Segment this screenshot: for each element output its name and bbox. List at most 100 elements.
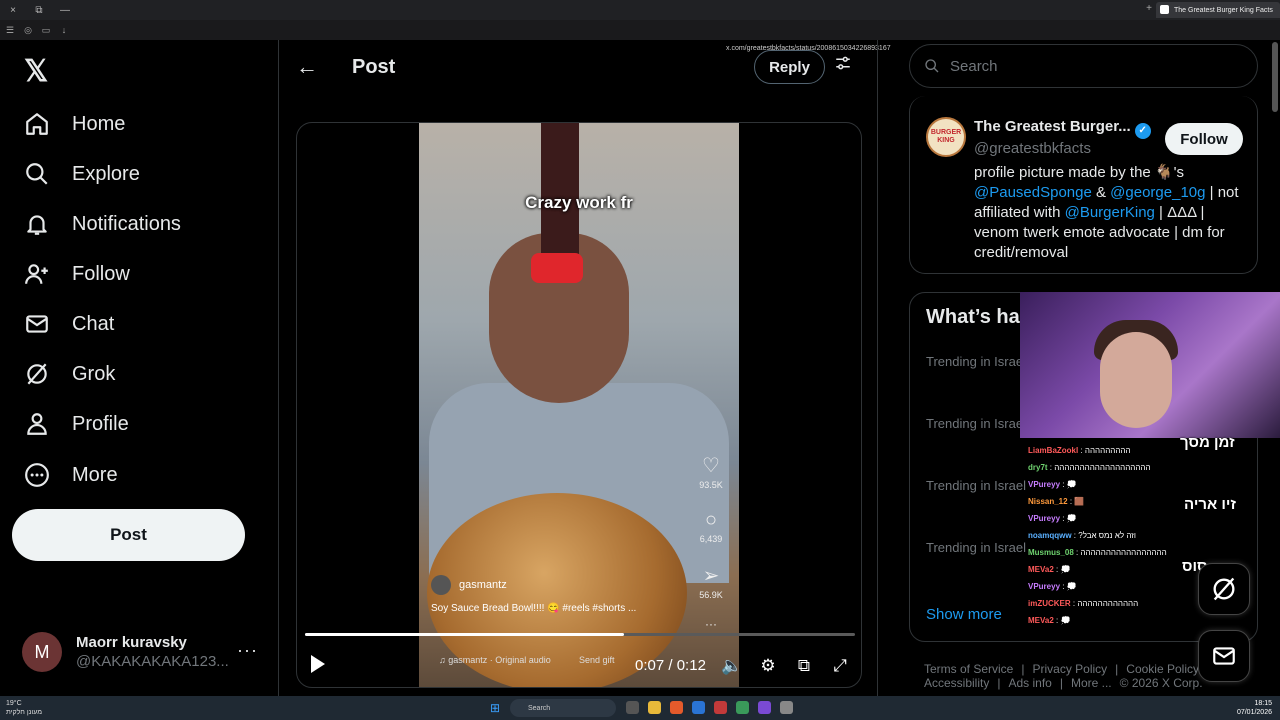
nav-item-grok[interactable]: Grok [22, 354, 115, 394]
clock-date: 07/01/2026 [1236, 709, 1272, 716]
settings-app-icon[interactable] [780, 701, 793, 714]
profile-handle: @greatestbkfacts [974, 140, 1091, 157]
trend-item[interactable]: Trending in Israel [926, 478, 1026, 493]
discord-icon[interactable] [758, 701, 771, 714]
play-icon[interactable] [311, 655, 325, 673]
footer-cookie[interactable]: Cookie Policy [1126, 662, 1199, 676]
weather-temp: 19°C [6, 700, 22, 707]
fullscreen-icon[interactable]: ⤢ [829, 655, 851, 677]
sidebar-menu-icon[interactable]: ☰ [2, 23, 18, 37]
profile-avatar[interactable]: BURGER KING [926, 117, 966, 157]
weather-widget[interactable]: 19°C מעונן חלקית [6, 699, 42, 717]
creator-name: gasmantz [459, 579, 507, 591]
nav-label-grok: Grok [72, 362, 116, 385]
grok-fab-icon[interactable] [1198, 563, 1250, 615]
bio-mention-george[interactable]: @george_10g [1110, 184, 1205, 201]
bio-mention-pausedsponge[interactable]: @PausedSponge [974, 184, 1092, 201]
file-explorer-icon[interactable] [648, 701, 661, 714]
picture-in-picture-icon[interactable]: ⧉ [793, 655, 815, 677]
video-like-stat[interactable]: ♡ 93.5K [691, 453, 731, 490]
chat-message: dry7t : ההההההההההההההההההה [1028, 463, 1151, 472]
back-arrow-icon[interactable]: ← [296, 54, 318, 80]
windows-start-icon[interactable]: ⊞ [490, 701, 503, 715]
trend-item[interactable]: Trending in Israel [926, 540, 1026, 555]
comment-icon: ○ [704, 509, 718, 531]
video-comment-stat[interactable]: ○ 6,439 [691, 509, 731, 544]
chat-username: LiamBaZookl [1028, 446, 1079, 455]
nav-item-explore[interactable]: Explore [22, 154, 140, 194]
app-icon[interactable] [736, 701, 749, 714]
left-sidebar: 𝕏 Home Explore Notifications Follow Chat [0, 40, 279, 696]
chat-username: VPureyy [1028, 514, 1061, 523]
app-icon[interactable] [714, 701, 727, 714]
video-controls: 0:07 / 0:12 🔈 ⚙ ⧉ ⤢ [297, 643, 861, 687]
trends-title: What’s ha [926, 306, 1020, 328]
messages-fab-icon[interactable] [1198, 630, 1250, 682]
nav-item-follow[interactable]: Follow [22, 254, 130, 294]
nav-item-chat[interactable]: Chat [22, 304, 114, 344]
trend-item[interactable]: Trending in Israe [926, 416, 1023, 431]
nav-item-home[interactable]: Home [22, 104, 125, 144]
footer-more[interactable]: More ... [1071, 676, 1112, 690]
minimize-window-icon[interactable]: — [52, 0, 78, 20]
search-input[interactable]: Search [909, 44, 1258, 88]
nav-item-more[interactable]: More [22, 455, 118, 495]
brave-browser-icon[interactable] [670, 701, 683, 714]
video-frame[interactable]: Crazy work fr ♡ 93.5K ○ 6,439 ➢ 56.9K ··… [419, 123, 739, 687]
account-switcher[interactable]: M Maorr kuravsky @KAKAKAKAKA123... ··· [22, 630, 268, 674]
webcam-person-face [1100, 332, 1172, 428]
clock-time: 18:15 [1254, 700, 1272, 707]
footer-accessibility[interactable]: Accessibility [924, 676, 989, 690]
taskbar-search[interactable]: Search [510, 699, 616, 717]
chat-text: : 💭 [1060, 582, 1077, 591]
video-progress-bar[interactable] [305, 633, 855, 636]
follow-button[interactable]: Follow [1165, 123, 1243, 155]
video-player[interactable]: Crazy work fr ♡ 93.5K ○ 6,439 ➢ 56.9K ··… [296, 122, 862, 688]
footer-ads[interactable]: Ads info [1008, 676, 1051, 690]
profile-name[interactable]: The Greatest Burger... ✓ [974, 118, 1151, 139]
restore-window-icon[interactable]: ⧉ [26, 0, 52, 20]
page-scrollbar[interactable] [1272, 42, 1278, 112]
settings-gear-icon[interactable]: ⚙ [757, 655, 779, 677]
close-window-icon[interactable]: × [0, 0, 26, 20]
webcam-overlay [1020, 292, 1280, 438]
steam-icon[interactable] [692, 701, 705, 714]
chat-message: imZUCKER : הההההההההההה [1028, 599, 1138, 608]
chat-message: MEVa2 : 💭 [1028, 616, 1070, 625]
chat-username: MEVa2 [1028, 616, 1054, 625]
chat-message: VPureyy : 💭 [1028, 480, 1077, 489]
nav-item-notifications[interactable]: Notifications [22, 204, 181, 244]
footer-privacy[interactable]: Privacy Policy [1032, 662, 1107, 676]
page-title: Post [352, 56, 396, 78]
shield-icon[interactable]: ◎ [20, 23, 36, 37]
x-logo-icon[interactable]: 𝕏 [24, 54, 48, 89]
video-more-icon[interactable]: ··· [691, 617, 731, 631]
task-view-icon[interactable] [626, 701, 639, 714]
weather-desc: מעונן חלקית [6, 709, 43, 716]
nav-item-profile[interactable]: Profile [22, 404, 129, 444]
creator-avatar [431, 575, 451, 595]
reply-button[interactable]: Reply [754, 50, 825, 84]
download-icon[interactable]: ↓ [56, 23, 72, 37]
more-icon [22, 460, 52, 490]
browser-tab[interactable]: The Greatest Burger King Facts [1156, 2, 1280, 18]
share-count: 56.9K [699, 590, 723, 600]
trend-item[interactable]: Trending in Israe [926, 354, 1023, 369]
chat-message: Nissan_12 : 🟫 [1028, 497, 1084, 506]
filter-sliders-icon[interactable] [834, 54, 852, 77]
footer-links: Terms of Service | Privacy Policy | Cookie P… [924, 662, 1218, 690]
bio-mention-burgerking[interactable]: @BurgerKing [1065, 204, 1155, 221]
clock[interactable]: 18:15 07/01/2026 [1237, 699, 1272, 717]
time-current: 0:07 [635, 657, 665, 674]
volume-icon[interactable]: 🔈 [721, 655, 743, 677]
footer-separator: | [1115, 662, 1119, 676]
post-button[interactable]: Post [12, 509, 245, 561]
show-more-link[interactable]: Show more [926, 606, 1002, 623]
bookmark-icon[interactable]: ▭ [38, 23, 54, 37]
video-caption: Crazy work fr [525, 193, 633, 212]
account-more-icon[interactable]: ··· [237, 640, 258, 661]
footer-terms[interactable]: Terms of Service [924, 662, 1013, 676]
video-time: 0:07 / 0:12 [635, 657, 706, 674]
video-share-stat[interactable]: ➢ 56.9K [691, 563, 731, 600]
new-tab-button[interactable]: + [1146, 3, 1152, 14]
